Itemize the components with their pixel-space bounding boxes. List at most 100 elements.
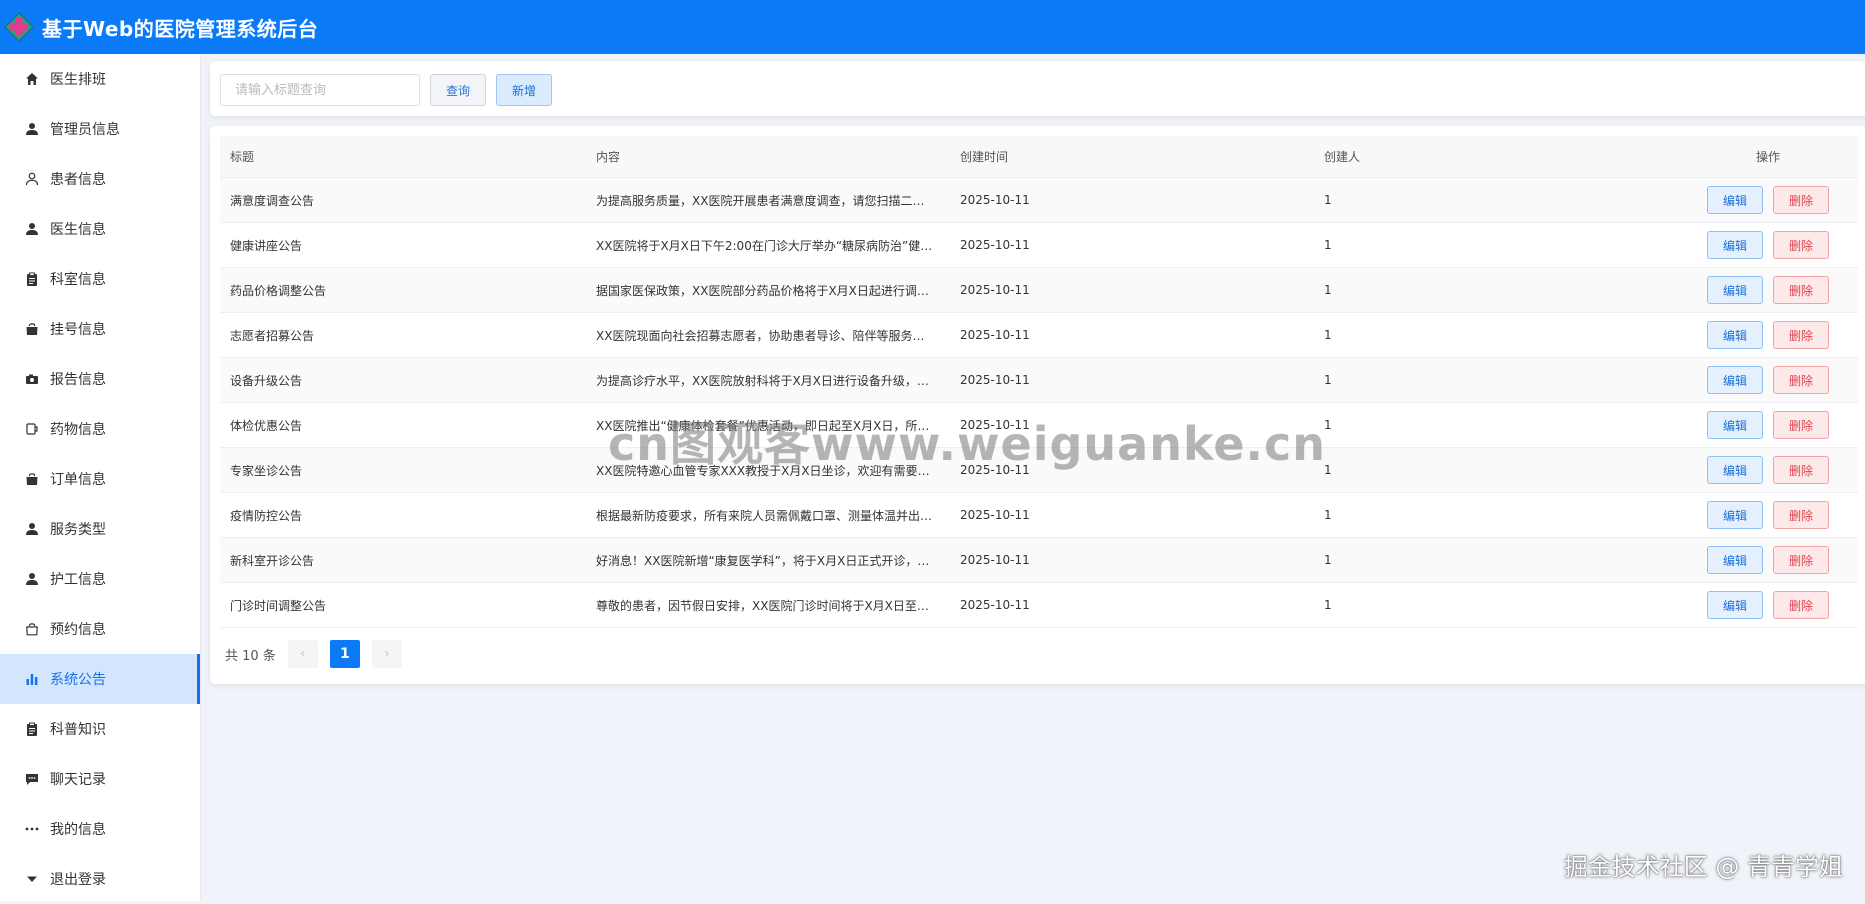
sidebar-item-label: 退出登录: [50, 872, 106, 888]
cell-date: 2025-10-11: [960, 328, 1030, 342]
sidebar-item-label: 挂号信息: [50, 322, 106, 338]
pagination: 共 10 条 ‹ 1 ›: [225, 640, 414, 668]
cell-creator: 1: [1324, 463, 1332, 477]
sidebar-item-label: 预约信息: [50, 622, 106, 638]
header-content: 内容: [596, 150, 621, 164]
cell-content: 据国家医保政策，XX医院部分药品价格将于X月X日起进行调整…: [596, 283, 941, 298]
sidebar-item-15[interactable]: 我的信息: [0, 804, 200, 854]
sidebar-item-6[interactable]: 报告信息: [0, 354, 200, 404]
user-icon: [22, 219, 42, 239]
table-row: 设备升级公告 为提高诊疗水平，XX医院放射科将于X月X日进行设备升级，期… 2025…: [220, 358, 1858, 403]
add-button[interactable]: 新增: [496, 74, 552, 106]
cell-title: 新科室开诊公告: [230, 553, 315, 568]
query-button[interactable]: 查询: [430, 74, 486, 106]
table-row: 疫情防控公告 根据最新防疫要求，所有来院人员需佩戴口罩、测量体温并出… 2025-1…: [220, 493, 1858, 538]
edit-button[interactable]: 编辑: [1707, 276, 1763, 304]
edit-button[interactable]: 编辑: [1707, 411, 1763, 439]
total-count: 共 10 条: [225, 648, 276, 664]
sidebar-item-label: 患者信息: [50, 172, 106, 188]
sidebar-item-label: 科普知识: [50, 722, 106, 738]
sidebar-item-label: 服务类型: [50, 522, 106, 538]
cell-creator: 1: [1324, 373, 1332, 387]
cell-date: 2025-10-11: [960, 508, 1030, 522]
sidebar-item-3[interactable]: 医生信息: [0, 204, 200, 254]
sidebar-item-9[interactable]: 服务类型: [0, 504, 200, 554]
hospital-logo-icon: [4, 12, 34, 42]
table-row: 门诊时间调整公告 尊敬的患者，因节假日安排，XX医院门诊时间将于X月X日至X… 20…: [220, 583, 1858, 628]
cell-date: 2025-10-11: [960, 193, 1030, 207]
delete-button[interactable]: 删除: [1773, 231, 1829, 259]
delete-button[interactable]: 删除: [1773, 186, 1829, 214]
sidebar-item-label: 科室信息: [50, 272, 106, 288]
sidebar-item-label: 护工信息: [50, 572, 106, 588]
cell-title: 满意度调查公告: [230, 193, 315, 208]
delete-button[interactable]: 删除: [1773, 411, 1829, 439]
cell-creator: 1: [1324, 508, 1332, 522]
bag-icon: [22, 319, 42, 339]
search-input[interactable]: [220, 74, 420, 106]
cell-date: 2025-10-11: [960, 463, 1030, 477]
app-header: 基于Web的医院管理系统后台: [0, 0, 1865, 54]
sidebar-item-8[interactable]: 订单信息: [0, 454, 200, 504]
cell-title: 门诊时间调整公告: [230, 598, 327, 613]
edit-button[interactable]: 编辑: [1707, 186, 1763, 214]
sidebar-item-label: 我的信息: [50, 822, 106, 838]
delete-button[interactable]: 删除: [1773, 276, 1829, 304]
page-number-button[interactable]: 1: [329, 640, 360, 668]
sidebar-item-13[interactable]: 科普知识: [0, 704, 200, 754]
sidebar-item-12[interactable]: 系统公告: [0, 654, 200, 704]
table-row: 健康讲座公告 XX医院将于X月X日下午2:00在门诊大厅举办“糖尿病防治”健… 20…: [220, 223, 1858, 268]
next-page-button[interactable]: ›: [371, 640, 402, 668]
sidebar-item-5[interactable]: 挂号信息: [0, 304, 200, 354]
cell-title: 疫情防控公告: [230, 508, 303, 523]
cell-date: 2025-10-11: [960, 418, 1030, 432]
edit-button[interactable]: 编辑: [1707, 366, 1763, 394]
delete-button[interactable]: 删除: [1773, 456, 1829, 484]
cell-content: XX医院将于X月X日下午2:00在门诊大厅举办“糖尿病防治”健…: [596, 238, 933, 253]
delete-button[interactable]: 删除: [1773, 546, 1829, 574]
sidebar-item-10[interactable]: 护工信息: [0, 554, 200, 604]
header-ops: 操作: [1755, 150, 1780, 164]
delete-button[interactable]: 删除: [1773, 501, 1829, 529]
home-icon: [22, 69, 42, 89]
delete-button[interactable]: 删除: [1773, 591, 1829, 619]
cell-creator: 1: [1324, 283, 1332, 297]
sidebar-item-11[interactable]: 预约信息: [0, 604, 200, 654]
sidebar-item-14[interactable]: 聊天记录: [0, 754, 200, 804]
watermark-corner: 掘金技术社区 @ 青青学姐: [1563, 853, 1843, 881]
table-row: 专家坐诊公告 XX医院特邀心血管专家XXX教授于X月X日坐诊，欢迎有需要的… 202…: [220, 448, 1858, 493]
sidebar: 医生排班 管理员信息患者信息医生信息科室信息挂号信息报告信息药物信息订单信息服务类…: [0, 54, 201, 901]
sidebar-item-16[interactable]: 退出登录: [0, 854, 200, 904]
cell-content: XX医院特邀心血管专家XXX教授于X月X日坐诊，欢迎有需要的…: [596, 463, 942, 478]
edit-button[interactable]: 编辑: [1707, 591, 1763, 619]
sidebar-item-4[interactable]: 科室信息: [0, 254, 200, 304]
bag-outline-icon: [22, 619, 42, 639]
clipboard-icon: [22, 269, 42, 289]
bag-icon: [22, 469, 42, 489]
edit-button[interactable]: 编辑: [1707, 231, 1763, 259]
sidebar-item-label: 医生信息: [50, 222, 106, 238]
sidebar-item-7[interactable]: 药物信息: [0, 404, 200, 454]
edit-button[interactable]: 编辑: [1707, 501, 1763, 529]
delete-button[interactable]: 删除: [1773, 321, 1829, 349]
table-row: 志愿者招募公告 XX医院现面向社会招募志愿者，协助患者导诊、陪伴等服务。… 2025…: [220, 313, 1858, 358]
cell-title: 专家坐诊公告: [230, 463, 303, 478]
sidebar-item-2[interactable]: 患者信息: [0, 154, 200, 204]
table-row: 满意度调查公告 为提高服务质量，XX医院开展患者满意度调查，请您扫描二维… 2025…: [220, 178, 1858, 223]
sidebar-item-0[interactable]: 医生排班: [0, 54, 200, 104]
row-actions: 编辑 删除: [1678, 546, 1858, 574]
table-row: 药品价格调整公告 据国家医保政策，XX医院部分药品价格将于X月X日起进行调整… 20…: [220, 268, 1858, 313]
edit-button[interactable]: 编辑: [1707, 321, 1763, 349]
cell-creator: 1: [1324, 238, 1332, 252]
table-row: 新科室开诊公告 好消息！XX医院新增“康复医学科”，将于X月X日正式开诊，… 202…: [220, 538, 1858, 583]
delete-button[interactable]: 删除: [1773, 366, 1829, 394]
prev-page-button[interactable]: ‹: [287, 640, 318, 668]
edit-button[interactable]: 编辑: [1707, 546, 1763, 574]
edit-button[interactable]: 编辑: [1707, 456, 1763, 484]
announcement-table: 标题 内容 创建时间 创建人 操作 满意度调查公告 为提高服务质量，XX医院开展患…: [220, 136, 1858, 628]
cell-creator: 1: [1324, 193, 1332, 207]
header-title: 标题: [230, 150, 255, 164]
sidebar-item-label: 药物信息: [50, 422, 106, 438]
sidebar-item-1[interactable]: 管理员信息: [0, 104, 200, 154]
cell-date: 2025-10-11: [960, 598, 1030, 612]
